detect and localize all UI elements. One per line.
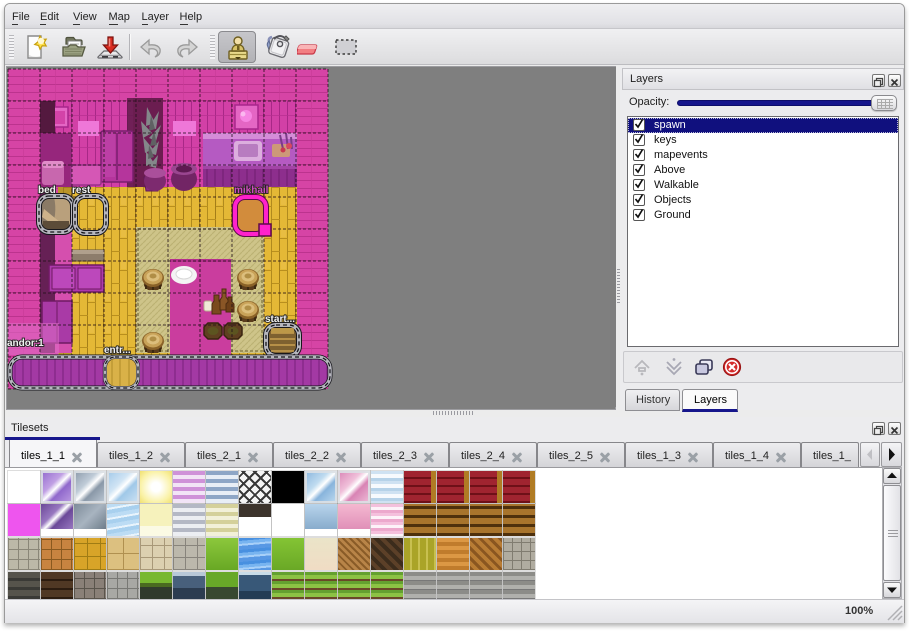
svg-text:rest: rest: [72, 185, 91, 196]
svg-text:start...: start...: [265, 314, 295, 325]
svg-text:andor:1: andor:1: [7, 338, 44, 349]
svg-text:entr...: entr...: [104, 345, 131, 356]
svg-text:mikhail: mikhail: [234, 185, 269, 196]
svg-text:bed: bed: [38, 185, 56, 196]
